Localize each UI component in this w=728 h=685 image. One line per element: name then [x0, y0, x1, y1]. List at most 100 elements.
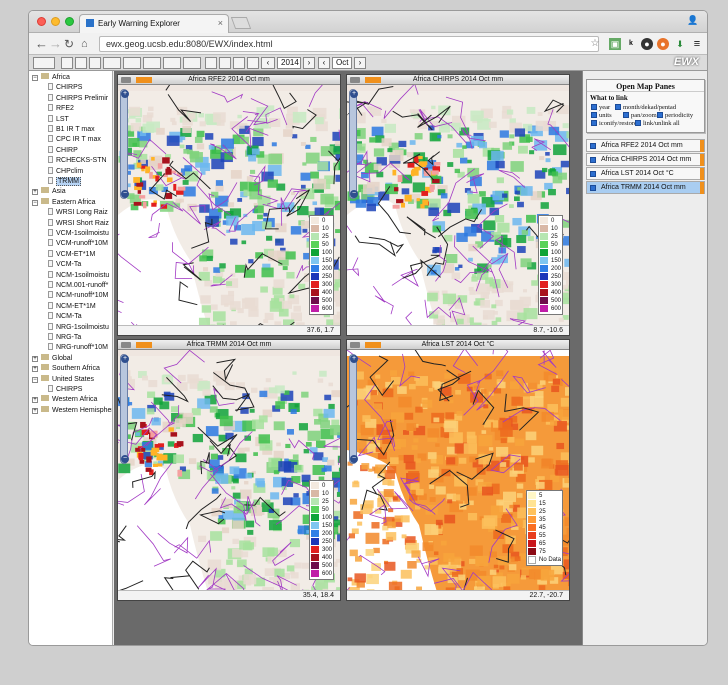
- tree-node[interactable]: + Western Hemispher: [32, 405, 112, 416]
- tree-node[interactable]: + Asia: [32, 187, 66, 197]
- open-pane-item[interactable]: Africa CHIRPS 2014 Oct mm: [586, 153, 705, 166]
- tree-node[interactable]: CHIRP: [48, 145, 78, 156]
- map-canvas[interactable]: + −0 10 25 50 100 150 200 250 300 400 500 600: [118, 85, 340, 327]
- year-select[interactable]: 2014: [277, 57, 301, 69]
- checkbox-icon[interactable]: [590, 157, 596, 163]
- tree-node[interactable]: NRG-runoff*10M: [48, 343, 108, 353]
- tree-node[interactable]: + Western Africa: [32, 395, 97, 405]
- menu-icon[interactable]: ≡: [691, 38, 703, 50]
- tree-node[interactable]: NCM.001-runoff*: [48, 281, 108, 291]
- open-pane-item[interactable]: Africa TRMM 2014 Oct mm: [586, 181, 705, 194]
- tree-node[interactable]: CPC IR T max: [48, 135, 101, 145]
- expand-icon[interactable]: +: [32, 407, 38, 414]
- profile-icon[interactable]: 👤: [687, 15, 698, 26]
- map-image[interactable]: [118, 85, 340, 327]
- tree-node[interactable]: − Africa: [32, 73, 70, 83]
- tree-node[interactable]: CHPclim: [48, 166, 83, 177]
- checkbox-icon[interactable]: [590, 185, 596, 191]
- checkbox-icon[interactable]: [591, 120, 597, 126]
- link-option-checkbox[interactable]: periodicity: [657, 112, 693, 119]
- pan-tool-button[interactable]: [205, 57, 217, 69]
- zoom-out-icon[interactable]: −: [121, 455, 129, 463]
- checkbox-icon[interactable]: [657, 112, 663, 118]
- next-year-button[interactable]: ›: [303, 57, 315, 69]
- tree-node[interactable]: − Eastern Africa: [32, 197, 96, 208]
- collapse-icon[interactable]: −: [32, 376, 38, 383]
- checkbox-icon[interactable]: [635, 120, 641, 126]
- tree-node[interactable]: CHIRPS Prelimir: [48, 93, 108, 104]
- layout-8-button[interactable]: [183, 57, 201, 69]
- extension-orange-icon[interactable]: ●: [657, 38, 669, 50]
- map-image[interactable]: [118, 350, 340, 592]
- zoom-out-icon[interactable]: −: [121, 190, 129, 198]
- link-option-checkbox[interactable]: month/dekad/pentad: [615, 104, 676, 111]
- tree-node[interactable]: RFE2: [48, 104, 74, 114]
- home-icon[interactable]: ⌂: [81, 36, 88, 52]
- grid-tool-button[interactable]: [247, 57, 259, 69]
- extension-dark-icon[interactable]: ●: [641, 38, 653, 50]
- zoom-slider[interactable]: + −: [349, 89, 358, 199]
- tree-node[interactable]: NCM-runoff*10M: [48, 291, 108, 301]
- tab-early-warning-explorer[interactable]: Early Warning Explorer ×: [79, 14, 229, 33]
- checkbox-icon[interactable]: [623, 112, 629, 118]
- link-option-checkbox[interactable]: pan/zoom: [623, 112, 657, 119]
- checkbox-icon[interactable]: [591, 104, 597, 110]
- new-tab-button[interactable]: [230, 17, 252, 29]
- url-field[interactable]: ewx.geog.ucsb.edu:8080/EWX/index.html: [99, 36, 599, 52]
- map-canvas[interactable]: + −0 10 25 50 100 150 200 250 300 400 500 600: [118, 350, 340, 592]
- collapse-icon[interactable]: −: [32, 199, 38, 206]
- pane-menu-icon[interactable]: [121, 342, 131, 348]
- tree-node[interactable]: VCM-runoff*10M: [48, 239, 108, 249]
- zoom-out-icon[interactable]: −: [350, 190, 358, 198]
- minimize-window-button[interactable]: [51, 17, 60, 26]
- tree-node[interactable]: RCHECKS-STN: [48, 156, 107, 166]
- pane-menu-icon[interactable]: [121, 77, 131, 83]
- open-pane-item[interactable]: Africa RFE2 2014 Oct mm: [586, 139, 705, 152]
- layout-5-button[interactable]: [123, 57, 141, 69]
- tree-node[interactable]: VCM-Ta: [48, 260, 81, 270]
- tree-node[interactable]: WRSI Short Raiz: [48, 218, 109, 229]
- close-tab-icon[interactable]: ×: [218, 18, 223, 28]
- link-option-checkbox[interactable]: year: [591, 104, 610, 111]
- map-image[interactable]: [347, 85, 569, 327]
- tree-node[interactable]: LST: [48, 114, 69, 125]
- map-pane-rfe2[interactable]: Africa RFE2 2014 Oct mm + −0 10 25 50 100 150 20…: [117, 74, 341, 336]
- map-canvas[interactable]: + −5 15 25 35 45 55 65 75 No Data: [347, 350, 569, 592]
- tree-node[interactable]: WRSI Long Raiz: [48, 208, 108, 218]
- toolbar-menu-button[interactable]: [33, 57, 55, 69]
- info-tool-button[interactable]: [233, 57, 245, 69]
- layout-6-button[interactable]: [143, 57, 161, 69]
- zoom-slider[interactable]: + −: [120, 354, 129, 464]
- tree-node[interactable]: − United States: [32, 374, 94, 385]
- checkbox-icon[interactable]: [591, 112, 597, 118]
- link-option-checkbox[interactable]: link/unlink all: [635, 120, 680, 127]
- bookmark-star-icon[interactable]: ☆: [589, 38, 601, 50]
- next-month-button[interactable]: ›: [354, 57, 366, 69]
- layout-4-button[interactable]: [103, 57, 121, 69]
- zoom-in-icon[interactable]: +: [350, 355, 358, 363]
- tree-node[interactable]: + Southern Africa: [32, 364, 100, 374]
- zoom-tool-button[interactable]: [219, 57, 231, 69]
- map-pane-trmm[interactable]: Africa TRMM 2014 Oct mm + −0 10 25 50 100 150 20…: [117, 339, 341, 601]
- zoom-in-icon[interactable]: +: [350, 90, 358, 98]
- map-pane-chirps[interactable]: Africa CHIRPS 2014 Oct mm + −0 10 25 50 100 150…: [346, 74, 570, 336]
- previous-month-button[interactable]: ‹: [318, 57, 330, 69]
- extension-k-icon[interactable]: k: [625, 38, 637, 50]
- extension-arrow-icon[interactable]: ⬇: [674, 38, 686, 50]
- zoom-out-icon[interactable]: −: [350, 455, 358, 463]
- tree-node[interactable]: B1 IR T max: [48, 125, 95, 135]
- checkbox-icon[interactable]: [615, 104, 621, 110]
- tree-node[interactable]: VCM-ET*1M: [48, 249, 95, 260]
- map-canvas[interactable]: + −0 10 25 50 100 150 200 250 300 400 500 600: [347, 85, 569, 327]
- maximize-window-button[interactable]: [65, 17, 74, 26]
- close-window-button[interactable]: [37, 17, 46, 26]
- forward-icon[interactable]: →: [49, 36, 62, 52]
- reload-icon[interactable]: ↻: [64, 36, 74, 52]
- tree-node[interactable]: NRG-Ta: [48, 333, 81, 343]
- layout-1-button[interactable]: [61, 57, 73, 69]
- tree-node[interactable]: CHIRPS: [48, 385, 82, 395]
- zoom-slider[interactable]: + −: [120, 89, 129, 199]
- pane-menu-icon[interactable]: [350, 77, 360, 83]
- collapse-icon[interactable]: −: [32, 75, 38, 81]
- pane-menu-icon[interactable]: [350, 342, 360, 348]
